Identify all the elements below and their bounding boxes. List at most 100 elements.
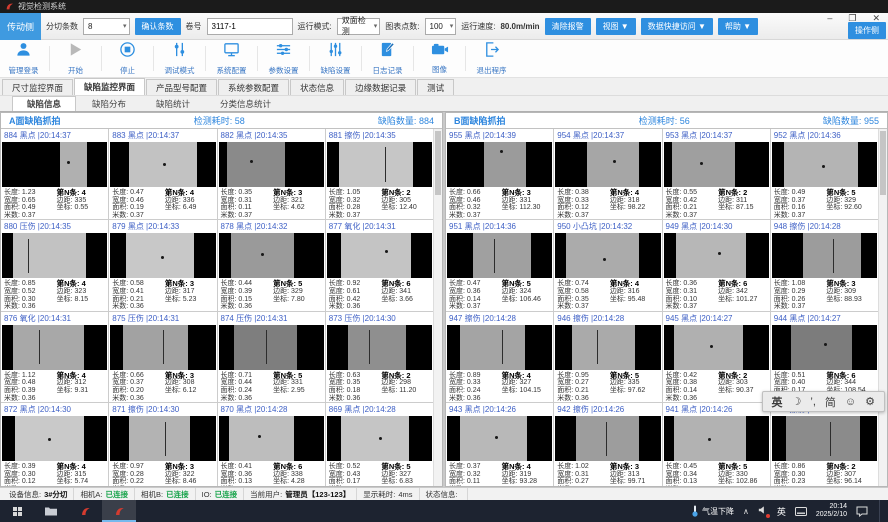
defect-cell[interactable]: 947 擦伤 |20:14:28 长度: 0.89 宽度: 0.33 面积: 0… [446, 312, 554, 402]
defect-cell[interactable]: 881 擦伤 |20:14:35 长度: 1.05 宽度: 0.32 面积: 0… [326, 129, 433, 219]
defect-cell[interactable]: 877 氧化 |20:14:31 长度: 0.92 宽度: 0.61 面积: 0… [326, 220, 433, 310]
defect-cell[interactable]: 879 黑点 |20:14:33 长度: 0.58 宽度: 0.41 面积: 0… [109, 220, 217, 310]
main-tab[interactable]: 缺陷监控界面 [74, 78, 145, 95]
main-tab[interactable]: 边缘数据记录 [345, 79, 416, 95]
tray-expand-chevron[interactable]: ∧ [743, 507, 749, 516]
view-menu-button[interactable]: 视图 ▼ [596, 18, 636, 35]
taskbar-clock[interactable]: 20:14 2025/2/10 [816, 503, 847, 519]
touch-keyboard-icon[interactable] [795, 507, 807, 516]
main-tab[interactable]: 状态信息 [290, 79, 344, 95]
start-button[interactable] [0, 500, 34, 522]
icon-button-3[interactable]: 停止 [104, 40, 151, 77]
ime-punct-toggle[interactable]: ’, [810, 396, 816, 408]
main-tab[interactable]: 产品型号配置 [146, 79, 217, 95]
volume-button[interactable] [758, 505, 768, 517]
panel-a-scrollbar[interactable] [433, 129, 442, 486]
sub-tab[interactable]: 缺陷信息 [12, 96, 76, 111]
ime-indicator[interactable]: 英 [777, 505, 786, 518]
defect-cell[interactable]: 873 压伤 |20:14:30 长度: 0.63 宽度: 0.35 面积: 0… [326, 312, 433, 402]
defect-cell[interactable]: 872 黑点 |20:14:30 长度: 0.39 宽度: 0.30 面积: 0… [1, 403, 109, 486]
minimize-button[interactable]: – [827, 13, 832, 24]
icon-button-4[interactable]: 调试模式 [156, 40, 203, 77]
defect-edge-margin: 边距: 309 [826, 288, 875, 296]
defect-cell[interactable]: 876 氧化 |20:14:31 长度: 1.12 宽度: 0.48 面积: 0… [1, 312, 109, 402]
ime-emoji-icon[interactable]: ☺ [845, 396, 856, 408]
defect-cell[interactable]: 951 黑点 |20:14:36 长度: 0.47 宽度: 0.36 面积: 0… [446, 220, 554, 310]
defect-cell[interactable]: 942 擦伤 |20:14:26 长度: 1.02 宽度: 0.31 面积: 0… [554, 403, 662, 486]
toolbar-divider [101, 46, 102, 71]
defect-edge-margin: 边距: 298 [381, 379, 430, 387]
scrollbar-thumb[interactable] [435, 131, 441, 195]
help-menu-button[interactable]: 帮助 ▼ [718, 18, 758, 35]
ime-half-full-icon[interactable]: ☽ [792, 395, 802, 408]
main-tab[interactable]: 尺寸监控界面 [2, 79, 73, 95]
file-explorer-button[interactable] [34, 500, 68, 522]
defect-coordinate: 坐标: 104.15 [502, 387, 551, 395]
sub-tab[interactable]: 缺陷统计 [142, 96, 204, 111]
defect-strip-number: 第N条: 6 [718, 280, 767, 288]
detection-app-button-active[interactable] [102, 500, 136, 522]
defect-cell[interactable]: 943 黑点 |20:14:26 长度: 0.37 宽度: 0.32 面积: 0… [446, 403, 554, 486]
slit-count-select[interactable]: 8▾ [83, 18, 130, 35]
defect-strip-number: 第N条: 2 [381, 189, 430, 197]
defect-edge-margin: 边距: 303 [718, 379, 767, 387]
defect-cell[interactable]: 870 黑点 |20:14:28 长度: 0.41 宽度: 0.36 面积: 0… [218, 403, 326, 486]
defect-width: 宽度: 0.38 [666, 379, 719, 387]
defect-cell[interactable]: 954 黑点 |20:14:37 长度: 0.38 宽度: 0.33 面积: 0… [554, 129, 662, 219]
defect-coordinate: 坐标: 6.12 [165, 387, 214, 395]
sub-tab[interactable]: 缺陷分布 [78, 96, 140, 111]
icon-button-1[interactable]: 管理登录 [0, 40, 47, 77]
ime-settings-icon[interactable]: ⚙ [865, 395, 875, 408]
defect-cell[interactable]: 948 擦伤 |20:14:28 长度: 1.08 宽度: 0.29 面积: 0… [771, 220, 878, 310]
defect-cell[interactable]: 882 黑点 |20:14:35 长度: 0.35 宽度: 0.31 面积: 0… [218, 129, 326, 219]
defect-strip-number: 第N条: 4 [610, 280, 659, 288]
defect-cell[interactable]: 880 压伤 |20:14:35 长度: 0.85 宽度: 0.52 面积: 0… [1, 220, 109, 310]
defect-cell[interactable]: 871 擦伤 |20:14:30 长度: 0.97 宽度: 0.28 面积: 0… [109, 403, 217, 486]
icon-button-7[interactable]: 缺陷设置 [312, 40, 359, 77]
roll-number-input[interactable] [207, 18, 293, 35]
status-label: 状态信息: [426, 489, 458, 500]
defect-cell[interactable]: 940 擦伤 |20:14:26 长度: 0.86 宽度: 0.30 面积: 0… [771, 403, 878, 486]
icon-button-9[interactable]: 图像 [416, 40, 463, 77]
drive-side-tag[interactable]: 传动侧 [0, 13, 41, 40]
defect-cell[interactable]: 946 擦伤 |20:14:28 长度: 0.95 宽度: 0.27 面积: 0… [554, 312, 662, 402]
ime-lang-toggle[interactable]: 英 [772, 394, 783, 410]
defect-row: 884 黑点 |20:14:37 长度: 1.23 宽度: 0.65 面积: 0… [1, 129, 433, 220]
defect-image [664, 142, 769, 187]
weather-tray-item[interactable]: 气温下降 [691, 505, 734, 517]
icon-button-8[interactable]: 日志记录 [364, 40, 411, 77]
notification-icon[interactable] [856, 506, 868, 517]
defect-cell[interactable]: 955 黑点 |20:14:39 长度: 0.66 宽度: 0.46 面积: 0… [446, 129, 554, 219]
icon-button-10[interactable]: 退出程序 [468, 40, 515, 77]
defect-cell[interactable]: 883 黑点 |20:14:37 长度: 0.47 宽度: 0.46 面积: 0… [109, 129, 217, 219]
main-tab[interactable]: 测试 [417, 79, 454, 95]
confirm-count-button[interactable]: 确认条数 [135, 18, 181, 35]
sub-tab[interactable]: 分类信息统计 [206, 96, 285, 111]
defect-cell[interactable]: 944 黑点 |20:14:27 长度: 0.51 宽度: 0.40 面积: 0… [771, 312, 878, 402]
defect-cell[interactable]: 949 黑点 |20:14:30 长度: 0.36 宽度: 0.31 面积: 0… [663, 220, 771, 310]
panel-b-scrollbar[interactable] [878, 129, 887, 486]
icon-button-5[interactable]: 系统配置 [208, 40, 255, 77]
data-quick-access-button[interactable]: 数据快捷访问 ▼ [641, 18, 713, 35]
defect-cell[interactable]: 875 压伤 |20:14:31 长度: 0.66 宽度: 0.37 面积: 0… [109, 312, 217, 402]
operator-side-button[interactable]: 操作侧 [848, 22, 886, 39]
ime-simplified-toggle[interactable]: 简 [825, 394, 836, 410]
scrollbar-thumb[interactable] [880, 131, 886, 195]
show-desktop-button[interactable] [879, 500, 883, 522]
defect-cell[interactable]: 869 黑点 |20:14:28 长度: 0.52 宽度: 0.43 面积: 0… [326, 403, 433, 486]
defect-cell[interactable]: 952 黑点 |20:14:36 长度: 0.49 宽度: 0.37 面积: 0… [771, 129, 878, 219]
chart-points-select[interactable]: 100▾ [425, 18, 457, 35]
defect-cell[interactable]: 945 黑点 |20:14:27 长度: 0.42 宽度: 0.38 面积: 0… [663, 312, 771, 402]
clear-alarm-button[interactable]: 清除报警 [545, 18, 591, 35]
icon-button-2[interactable]: 开始 [52, 40, 99, 77]
defect-cell[interactable]: 884 黑点 |20:14:37 长度: 1.23 宽度: 0.65 面积: 0… [1, 129, 109, 219]
defect-cell[interactable]: 941 黑点 |20:14:26 长度: 0.45 宽度: 0.34 面积: 0… [663, 403, 771, 486]
detection-app-button[interactable] [68, 500, 102, 522]
defect-cell[interactable]: 950 小凸坑 |20:14:32 长度: 0.74 宽度: 0.58 面积: … [554, 220, 662, 310]
run-mode-select[interactable]: 双面检测▾ [337, 18, 381, 35]
defect-cell[interactable]: 878 黑点 |20:14:32 长度: 0.44 宽度: 0.39 面积: 0… [218, 220, 326, 310]
main-tab[interactable]: 系统参数配置 [218, 79, 289, 95]
icon-button-6[interactable]: 参数设置 [260, 40, 307, 77]
defect-cell[interactable]: 874 压伤 |20:14:31 长度: 0.71 宽度: 0.44 面积: 0… [218, 312, 326, 402]
defect-cell[interactable]: 953 黑点 |20:14:37 长度: 0.55 宽度: 0.42 面积: 0… [663, 129, 771, 219]
